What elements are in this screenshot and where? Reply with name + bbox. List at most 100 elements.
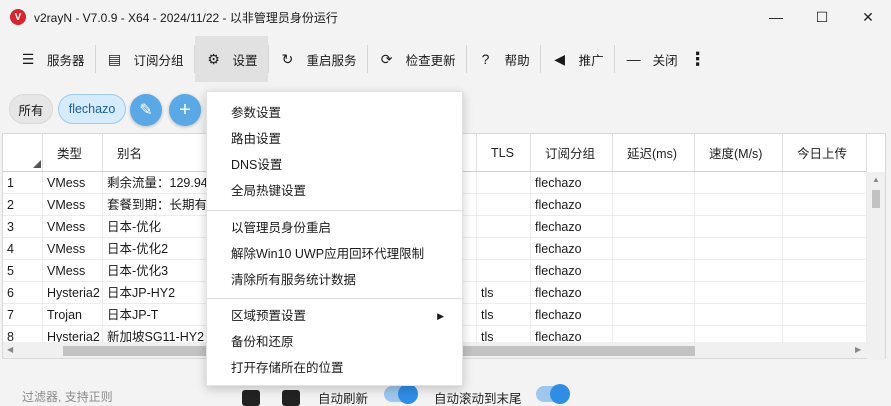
check-update-label: 检查更新 <box>405 53 456 68</box>
cell-empty <box>613 172 695 194</box>
filter-sub-chip[interactable]: flechazo <box>58 94 126 124</box>
minimize-button[interactable]: — <box>753 0 799 34</box>
close-window-button[interactable]: ✕ <box>845 0 891 34</box>
speaker-icon: ◀ <box>554 50 565 67</box>
col-header-type[interactable]: 类型 <box>43 134 103 172</box>
cell-group: flechazo <box>531 238 613 260</box>
menu-item-restart-admin[interactable]: 以管理员身份重启 <box>207 215 464 241</box>
more-menu-button[interactable]: ⋮ <box>688 36 708 82</box>
window-title: v2rayN - V7.0.9 - X64 - 2024/11/22 - 以非管… <box>34 10 338 25</box>
cell-empty <box>783 238 867 260</box>
close-label: 关闭 <box>652 53 678 68</box>
restart-label: 重启服务 <box>306 53 357 68</box>
col-header-speed[interactable]: 速度(M/s) <box>695 134 783 172</box>
vertical-scrollbar[interactable]: ▲ <box>867 172 885 360</box>
servers-label: 服务器 <box>47 53 85 68</box>
cell-empty <box>783 260 867 282</box>
cell-tls <box>477 194 531 216</box>
cell-index: 5 <box>3 260 43 282</box>
help-button[interactable]: ? 帮助 <box>467 36 540 82</box>
cell-group: flechazo <box>531 194 613 216</box>
filter-all-chip[interactable]: 所有 <box>9 94 53 124</box>
cell-empty <box>783 304 867 326</box>
cell-type: Trojan <box>43 304 103 326</box>
add-sub-button[interactable]: + <box>169 94 201 126</box>
cell-index: 7 <box>3 304 43 326</box>
cell-empty <box>613 238 695 260</box>
cell-empty <box>613 304 695 326</box>
main-toolbar: ☰ 服务器 ▤ 订阅分组 ⚙ 设置 ↻ 重启服务 ⟳ 检查更新 ? 帮助 ◀ 推… <box>9 36 708 82</box>
filter-input[interactable]: 过滤器, 支持正则 <box>22 388 113 405</box>
vertical-scroll-thumb[interactable] <box>872 190 880 208</box>
auto-scroll-toggle[interactable] <box>536 384 570 404</box>
cell-empty <box>783 216 867 238</box>
plus-icon: + <box>179 98 191 121</box>
menu-item-dns[interactable]: DNS设置 <box>207 152 464 178</box>
minus-icon: — <box>626 51 641 67</box>
cell-empty <box>695 282 783 304</box>
cell-empty <box>695 216 783 238</box>
clear-icon[interactable] <box>282 390 300 406</box>
scroll-left-icon: ◀ <box>7 345 14 354</box>
cell-index: 4 <box>3 238 43 260</box>
cell-empty <box>613 216 695 238</box>
menu-separator <box>207 210 464 211</box>
scroll-right-icon: ▶ <box>855 345 862 354</box>
v2rayn-logo-icon: V <box>10 9 26 25</box>
menu-item-backup[interactable]: 备份和还原 <box>207 329 464 355</box>
menu-separator <box>207 298 464 299</box>
cell-index: 1 <box>3 172 43 194</box>
grid-corner[interactable] <box>3 134 43 172</box>
menu-item-region-preset[interactable]: 区域预置设置 ▶ <box>207 303 464 329</box>
edit-sub-button[interactable]: ✎ <box>130 94 162 126</box>
cell-empty <box>695 194 783 216</box>
toggle-knob <box>398 384 418 404</box>
auto-refresh-label: 自动刷新 <box>318 392 369 406</box>
cell-tls: tls <box>477 282 531 304</box>
cell-type: VMess <box>43 216 103 238</box>
sort-corner-icon <box>33 160 41 168</box>
menu-item-region-label: 区域预置设置 <box>231 309 307 323</box>
pencil-icon: ✎ <box>139 102 153 119</box>
cell-group: flechazo <box>531 304 613 326</box>
cell-group: flechazo <box>531 282 613 304</box>
menu-item-routing[interactable]: 路由设置 <box>207 126 464 152</box>
server-list-icon: ☰ <box>21 50 35 67</box>
col-header-today-up[interactable]: 今日上传 <box>783 134 867 172</box>
menu-item-params[interactable]: 参数设置 <box>207 100 464 126</box>
col-header-group[interactable]: 订阅分组 <box>531 134 613 172</box>
auto-refresh-toggle[interactable] <box>384 384 418 404</box>
toggle-knob <box>550 384 570 404</box>
cell-tls: tls <box>477 304 531 326</box>
restart-service-button[interactable]: ↻ 重启服务 <box>269 36 367 82</box>
window-controls: — ☐ ✕ <box>753 0 891 34</box>
cell-index: 3 <box>3 216 43 238</box>
settings-button[interactable]: ⚙ 设置 <box>194 36 268 82</box>
cell-empty <box>613 260 695 282</box>
cell-index: 6 <box>3 282 43 304</box>
menu-item-hotkeys[interactable]: 全局热键设置 <box>207 178 464 204</box>
cell-empty <box>695 172 783 194</box>
cell-type: VMess <box>43 194 103 216</box>
scroll-up-icon: ▲ <box>872 175 880 184</box>
cell-type: VMess <box>43 172 103 194</box>
cell-tls <box>477 260 531 282</box>
copy-icon[interactable] <box>242 390 260 406</box>
cell-empty <box>613 194 695 216</box>
cell-empty <box>695 304 783 326</box>
close-button[interactable]: — 关闭 <box>615 36 688 82</box>
servers-button[interactable]: ☰ 服务器 <box>9 36 95 82</box>
col-header-latency[interactable]: 延迟(ms) <box>613 134 695 172</box>
menu-item-clear-stats[interactable]: 清除所有服务统计数据 <box>207 267 464 293</box>
maximize-button[interactable]: ☐ <box>799 0 845 34</box>
cell-group: flechazo <box>531 172 613 194</box>
col-header-tls[interactable]: TLS <box>477 134 531 172</box>
update-icon: ⟳ <box>380 50 393 67</box>
promote-button[interactable]: ◀ 推广 <box>541 36 614 82</box>
check-update-button[interactable]: ⟳ 检查更新 <box>368 36 466 82</box>
gear-icon: ⚙ <box>207 50 220 67</box>
help-label: 帮助 <box>504 53 530 68</box>
menu-item-open-storage[interactable]: 打开存储所在的位置 <box>207 355 464 381</box>
sub-group-button[interactable]: ▤ 订阅分组 <box>96 36 194 82</box>
menu-item-uwp-loopback[interactable]: 解除Win10 UWP应用回环代理限制 <box>207 241 464 267</box>
